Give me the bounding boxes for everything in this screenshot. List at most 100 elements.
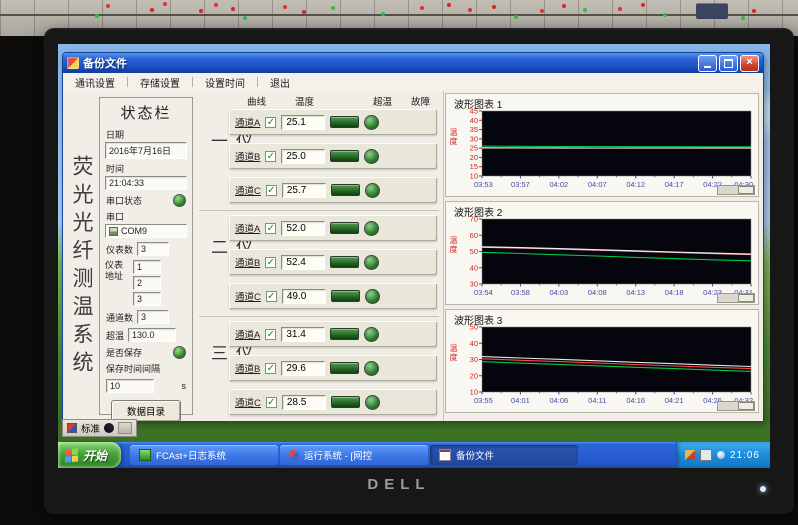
input-method-icon[interactable]: [67, 423, 77, 433]
svg-text:30: 30: [470, 355, 478, 364]
waveform-panel-1: 波形图表 1 温度 101520253035404503:5303:5704:0…: [445, 93, 759, 197]
close-button[interactable]: [740, 55, 759, 72]
svg-text:04:08: 04:08: [588, 288, 607, 297]
menu-storage-settings[interactable]: 存储设置: [128, 75, 192, 90]
task-label: 备份文件: [456, 448, 494, 462]
svg-text:04:12: 04:12: [626, 180, 645, 189]
instrument-group-3: 仪表三 通道A ✓ 31.4 通道B ✓ 29.6: [195, 319, 443, 419]
charts-column: 波形图表 1 温度 101520253035404503:5303:5704:0…: [445, 91, 761, 421]
taskbar-task-log-system[interactable]: FCAst+日志系统: [130, 445, 278, 465]
header-curve: 曲线: [247, 94, 266, 108]
svg-text:04:11: 04:11: [588, 396, 606, 405]
fault-led: [364, 115, 379, 130]
task-label: FCAst+日志系统: [156, 448, 226, 462]
channel-label: 通道A: [235, 115, 260, 129]
meter-address-label: 仪表地址: [105, 260, 127, 306]
svg-text:50: 50: [470, 247, 478, 256]
save-enabled-label: 是否保存: [106, 346, 169, 359]
window-titlebar: 备份文件: [63, 53, 763, 73]
date-label: 日期: [106, 128, 186, 141]
meter-count-input[interactable]: 3: [137, 242, 169, 256]
save-interval-unit: s: [182, 381, 187, 391]
channel-row: 通道A ✓ 31.4: [229, 321, 437, 347]
save-interval-input[interactable]: 10: [106, 379, 154, 393]
serial-status-led: [173, 194, 186, 207]
channel-label: 通道B: [235, 255, 260, 269]
tray-volume-icon[interactable]: [717, 451, 725, 459]
maximize-button[interactable]: [719, 55, 738, 72]
svg-text:20: 20: [470, 371, 478, 380]
menu-exit[interactable]: 退出: [258, 75, 302, 90]
channel-checkbox[interactable]: ✓: [265, 223, 276, 234]
meter-count-label: 仪表数: [106, 243, 133, 256]
overtemp-threshold-input[interactable]: 130.0: [128, 328, 176, 342]
minimize-button[interactable]: [698, 55, 717, 72]
channel-checkbox[interactable]: ✓: [265, 117, 276, 128]
waveform-chart-2: 304050607003:5403:5804:0304:0804:1304:18…: [456, 215, 754, 297]
menu-comm-settings[interactable]: 通讯设置: [63, 75, 127, 90]
time-value: 21:04:33: [105, 176, 187, 190]
chart-scrollbar[interactable]: [717, 293, 755, 303]
overtemp-led: [330, 328, 359, 340]
channel-checkbox[interactable]: ✓: [266, 291, 277, 302]
chart-scrollbar[interactable]: [717, 185, 755, 195]
svg-text:04:13: 04:13: [626, 288, 645, 297]
channel-checkbox[interactable]: ✓: [265, 151, 276, 162]
svg-text:04:03: 04:03: [549, 288, 568, 297]
status-panel-title: 状态栏: [105, 102, 187, 123]
channel-count-input[interactable]: 3: [137, 310, 169, 324]
waveform-panel-3: 波形图表 3 温度 102030405003:5504:0104:0604:11…: [445, 309, 759, 413]
group-separator: [199, 316, 439, 317]
language-bar-options[interactable]: [118, 422, 132, 434]
serial-port-value: COM9: [121, 226, 147, 236]
task-label: 运行系统 - [网控: [304, 448, 372, 462]
start-button[interactable]: 开始: [58, 442, 121, 468]
tray-usb-icon[interactable]: [700, 449, 712, 461]
waveform-chart-1: 101520253035404503:5303:5704:0204:0704:1…: [456, 107, 754, 189]
fault-led: [364, 327, 379, 342]
svg-text:04:16: 04:16: [626, 396, 645, 405]
channel-checkbox[interactable]: ✓: [265, 329, 276, 340]
channel-row: 通道C ✓ 28.5: [229, 389, 437, 415]
tray-language-icon[interactable]: [685, 450, 695, 460]
instrument-group-2: 仪表二 通道A ✓ 52.0 通道B ✓ 52.4: [195, 213, 443, 313]
io-port-icon: [109, 227, 118, 236]
channel-checkbox[interactable]: ✓: [265, 363, 276, 374]
panel-device: [696, 3, 728, 19]
svg-text:25: 25: [470, 144, 478, 153]
data-directory-button[interactable]: 数据目录: [111, 400, 181, 421]
input-method-label[interactable]: 标准: [81, 421, 100, 435]
meter-address-input-3[interactable]: 3: [133, 292, 161, 306]
chart-scrollbar[interactable]: [717, 401, 755, 411]
header-overtemp: 超温: [373, 94, 392, 108]
window-title: 备份文件: [83, 55, 694, 71]
taskbar-task-run-system[interactable]: 运行系统 - [网控: [280, 445, 428, 465]
svg-text:40: 40: [470, 339, 478, 348]
menu-set-time[interactable]: 设置时间: [193, 75, 257, 90]
channel-checkbox[interactable]: ✓: [266, 397, 277, 408]
menu-bar: 通讯设置 存储设置 设置时间 退出: [63, 73, 763, 92]
channel-label: 通道C: [235, 289, 261, 303]
svg-text:04:01: 04:01: [511, 396, 530, 405]
taskbar-task-backup-file[interactable]: 备份文件: [430, 445, 578, 465]
save-interval-label: 保存时间间隔: [106, 362, 186, 375]
svg-text:40: 40: [470, 116, 478, 125]
fault-led: [364, 149, 379, 164]
temperature-value: 52.0: [281, 221, 325, 236]
app-vertical-title: 荧光光纤测温系统: [65, 127, 97, 407]
group-separator: [199, 210, 439, 211]
header-fault: 故障: [411, 94, 430, 108]
channel-checkbox[interactable]: ✓: [266, 185, 277, 196]
moon-icon[interactable]: [104, 423, 114, 433]
channel-label: 通道B: [235, 149, 260, 163]
meter-address-input-2[interactable]: 2: [133, 276, 161, 290]
monitor-bezel: DELL 备份文件 通讯设置 存储设置: [44, 28, 794, 514]
temperature-value: 52.4: [281, 255, 325, 270]
channel-checkbox[interactable]: ✓: [265, 257, 276, 268]
channel-row: 通道B ✓ 52.4: [229, 249, 437, 275]
temperature-value: 28.5: [282, 395, 326, 410]
window-controls: [698, 55, 759, 72]
meter-address-input-1[interactable]: 1: [133, 260, 161, 274]
overtemp-led: [331, 396, 360, 408]
serial-port-select[interactable]: COM9: [105, 224, 187, 238]
